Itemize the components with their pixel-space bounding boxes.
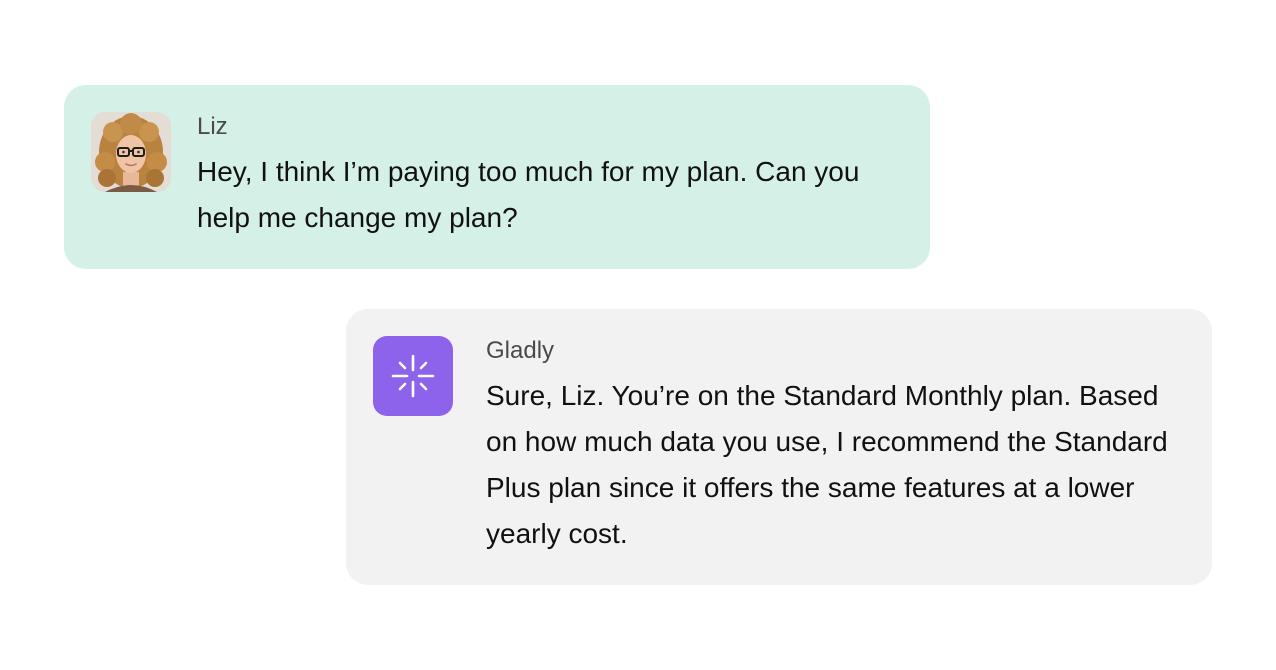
agent-message-text: Sure, Liz. You’re on the Standard Monthl… xyxy=(486,380,1168,549)
agent-sender-name: Gladly xyxy=(486,337,555,364)
user-sender-name: Liz xyxy=(197,113,228,140)
gladly-sparkle-icon xyxy=(391,354,435,398)
user-photo-avatar xyxy=(91,112,171,192)
user-avatar xyxy=(91,112,171,192)
user-message-bubble: Liz Hey, I think I’m paying too much for… xyxy=(64,85,930,269)
agent-avatar xyxy=(373,336,453,416)
agent-message-bubble: Gladly Sure, Liz. You’re on the Standard… xyxy=(346,309,1212,585)
user-message-text: Hey, I think I’m paying too much for my … xyxy=(197,156,860,233)
